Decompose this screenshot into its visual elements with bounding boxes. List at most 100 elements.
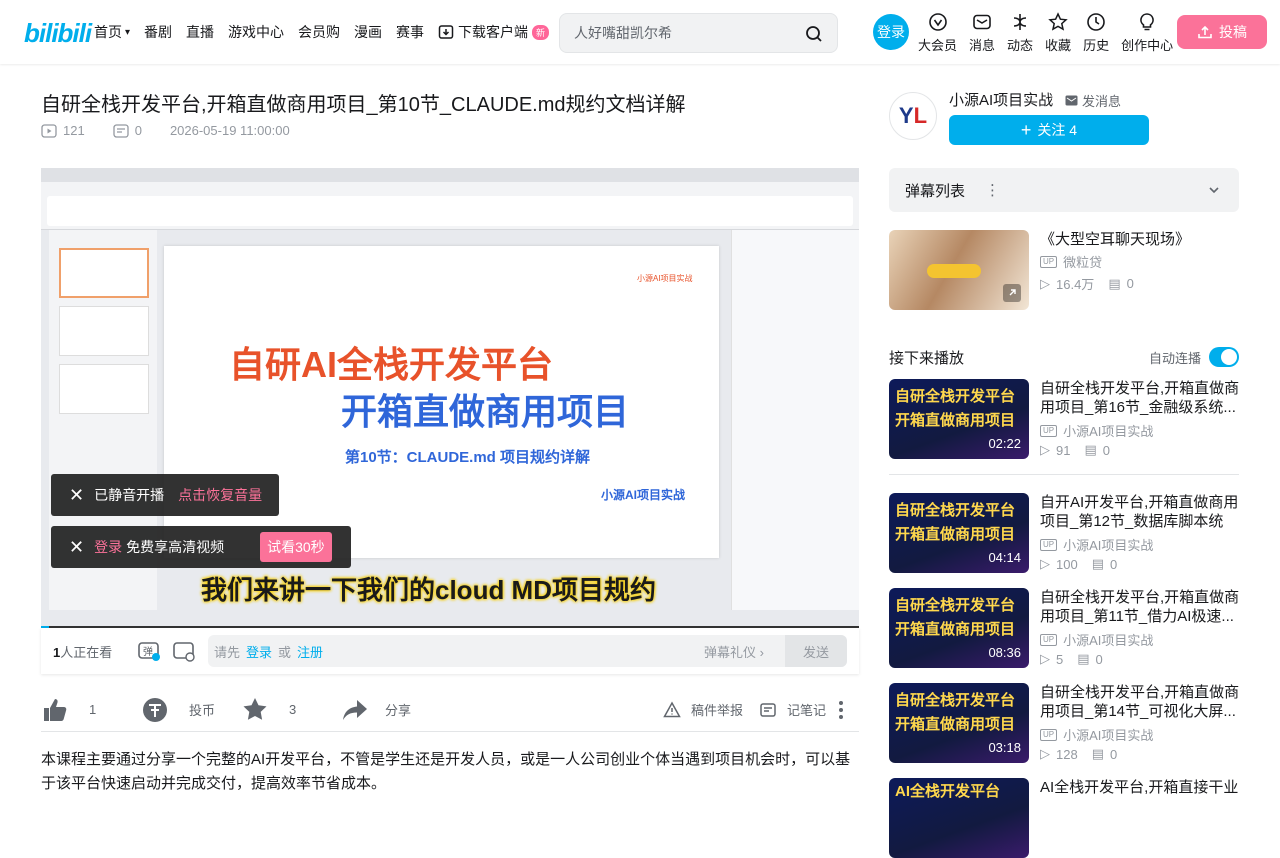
nav-history[interactable]: 历史 [1083, 12, 1109, 54]
nav-live[interactable]: 直播 [186, 22, 214, 42]
video-title: 自研全栈开发平台,开箱直做商用项目_第10节_CLAUDE.md规约文档详解 [41, 94, 686, 116]
nav-vip[interactable]: 大会员 [918, 12, 957, 54]
send-message-link[interactable]: 发消息 [1065, 91, 1121, 110]
danmaku-input[interactable]: 请先 登录 或 注册 弹幕礼仪 › 发送 [208, 635, 847, 667]
recommend-cover[interactable]: AI全栈开发平台 [889, 778, 1029, 858]
right-nav: 大会员 消息 动态 收藏 历史 创作中心 [918, 12, 1185, 54]
nav-game-center[interactable]: 游戏中心 [228, 22, 284, 42]
video-player[interactable]: 小源AI项目实战 自研AI全栈开发平台 开箱直做商用项目 第10节：CLAUDE… [41, 168, 859, 628]
close-icon[interactable]: ✕ [69, 485, 84, 506]
video-subtitle: 我们来讲一下我们的cloud MD项目规约 [201, 575, 656, 605]
share-button[interactable]: 分享 [341, 696, 411, 724]
nav-creator-center[interactable]: 创作中心 [1121, 12, 1173, 54]
close-icon[interactable]: ✕ [69, 537, 84, 558]
muted-toast-text: 已静音开播 [94, 487, 165, 503]
danmaku-icon: ▤ [1091, 556, 1104, 571]
ad-cover[interactable] [889, 230, 1029, 310]
danmaku-icon: ▤ [1077, 651, 1090, 666]
watching-count: 1人正在看 [53, 642, 133, 661]
ad-uploader[interactable]: UP 微粒贷 [1040, 252, 1102, 271]
nav-manga[interactable]: 漫画 [354, 22, 382, 42]
nav-anime[interactable]: 番剧 [144, 22, 172, 42]
play-count-icon: ▷ [1040, 651, 1050, 666]
recommend-uploader[interactable]: UP 小源AI项目实战 [1040, 421, 1153, 440]
recommend-cover[interactable]: 自研全栈开发平台 开箱直做商用项目 03:18 [889, 683, 1029, 763]
login-avatar-button[interactable]: 登录 [873, 14, 909, 50]
recommend-stats: ▷ 91 ▤ 0 [1040, 442, 1110, 458]
cover-text-1: 自研全栈开发平台 [895, 388, 1016, 405]
recommend-uploader[interactable]: UP 小源AI项目实战 [1040, 535, 1153, 554]
recommend-card[interactable]: 自研全栈开发平台 开箱直做商用项目 08:36 自研全栈开发平台,开箱直做商用项目_… [889, 588, 1239, 668]
publish-date: 2026-05-19 11:00:00 [169, 123, 290, 138]
more-options-icon[interactable] [839, 700, 843, 719]
recommend-cover[interactable]: 自研全栈开发平台 开箱直做商用项目 02:22 [889, 379, 1029, 459]
play-count-icon: ▷ [1040, 746, 1050, 761]
view-count: 121 [41, 123, 99, 138]
upload-button[interactable]: 投稿 [1177, 15, 1267, 49]
coin-button[interactable]: 投币 [141, 696, 215, 724]
recommend-uploader[interactable]: UP 小源AI项目实战 [1040, 630, 1153, 649]
trial-30s-button[interactable]: 试看30秒 [260, 532, 332, 562]
danmaku-send-button[interactable]: 发送 [785, 635, 847, 667]
main-nav: 首页 ▾ 番剧 直播 游戏中心 会员购 漫画 赛事 下载客户端 新 [94, 22, 563, 42]
recommend-title[interactable]: AI全栈开发平台,开箱直接干业 [1040, 778, 1240, 816]
chevron-down-icon[interactable] [1207, 183, 1221, 197]
bilibili-logo[interactable]: bilibili [24, 18, 92, 49]
danmaku-icon: ▤ [1091, 746, 1104, 761]
nav-home-label: 首页 [94, 24, 122, 40]
share-label: 分享 [385, 703, 412, 718]
external-link-icon [1003, 284, 1021, 302]
search-icon[interactable] [805, 25, 823, 43]
recommend-title[interactable]: 自研全栈开发平台,开箱直做商用项目_第14节_可视化大屏... [1040, 683, 1240, 721]
recommend-card[interactable]: 自研全栈开发平台 开箱直做商用项目 03:18 自研全栈开发平台,开箱直做商用项目_… [889, 683, 1239, 763]
dynamic-icon [1013, 14, 1027, 30]
recommend-title[interactable]: 自研全栈开发平台,开箱直做商用项目_第16节_金融级系统... [1040, 379, 1240, 417]
more-vertical-icon[interactable]: ⋮ [985, 181, 1000, 199]
note-button[interactable]: 记笔记 [759, 700, 826, 719]
recommend-title[interactable]: 自开AI开发平台,开箱直做商用项目_第12节_数据库脚本统一... [1040, 493, 1240, 531]
toast-login-link[interactable]: 登录 [94, 537, 122, 557]
recommend-card[interactable]: 自研全栈开发平台 开箱直做商用项目 04:14 自开AI开发平台,开箱直做商用项目_… [889, 493, 1239, 573]
uploader-name[interactable]: 小源AI项目实战 [949, 89, 1053, 110]
recommend-cover[interactable]: 自研全栈开发平台 开箱直做商用项目 08:36 [889, 588, 1029, 668]
danmaku-list-panel[interactable]: 弹幕列表 ⋮ [889, 168, 1239, 212]
danmaku-toggle-icon[interactable]: 弹 [137, 639, 161, 663]
nav-mall[interactable]: 会员购 [298, 22, 340, 42]
danmaku-register-link[interactable]: 注册 [297, 642, 323, 661]
video-duration: 08:36 [988, 645, 1021, 660]
recommend-card[interactable]: AI全栈开发平台 AI全栈开发平台,开箱直接干业 [889, 778, 1239, 858]
nav-home[interactable]: 首页 ▾ [94, 22, 130, 42]
favorite-button[interactable]: 3 [241, 696, 296, 724]
nav-download[interactable]: 下载客户端 新 [438, 22, 550, 42]
send-message-label: 发消息 [1082, 94, 1122, 109]
star-icon [1048, 12, 1068, 31]
nav-esports[interactable]: 赛事 [396, 22, 424, 42]
nav-favorites[interactable]: 收藏 [1045, 12, 1071, 54]
danmaku-settings-icon[interactable] [172, 639, 196, 663]
restore-volume-link[interactable]: 点击恢复音量 [178, 485, 262, 505]
recommend-card[interactable]: 自研全栈开发平台 开箱直做商用项目 02:22 自研全栈开发平台,开箱直做商用项目_… [889, 379, 1239, 459]
report-button[interactable]: 稿件举报 [663, 700, 743, 719]
danmaku-etiquette-link[interactable]: 弹幕礼仪 › [704, 642, 764, 661]
recommend-cover[interactable]: 自研全栈开发平台 开箱直做商用项目 04:14 [889, 493, 1029, 573]
ad-danmaku: 0 [1126, 276, 1134, 291]
follow-button[interactable]: + 关注 4 [949, 115, 1149, 145]
new-badge: 新 [532, 24, 550, 40]
nav-dynamic[interactable]: 动态 [1007, 12, 1033, 54]
recommend-title[interactable]: 自研全栈开发平台,开箱直做商用项目_第11节_借力AI极速... [1040, 588, 1240, 626]
ad-card[interactable]: 《大型空耳聊天现场》 UP 微粒贷 ▷ 16.4万 ▤ 0 [889, 230, 1239, 310]
autoplay-toggle[interactable]: 自动连播 [1149, 347, 1239, 367]
mail-icon [1065, 95, 1078, 106]
slide-line-2: 开箱直做商用项目 [341, 391, 630, 432]
frame-right-panel [731, 230, 859, 610]
search-input[interactable] [560, 14, 790, 52]
nav-message[interactable]: 消息 [969, 12, 995, 54]
recommend-uploader[interactable]: UP 小源AI项目实战 [1040, 725, 1153, 744]
uploader-avatar[interactable]: YL [889, 92, 937, 140]
danmaku-login-link[interactable]: 登录 [246, 642, 272, 661]
danmaku-prefix: 请先 [214, 644, 241, 660]
autoplay-switch[interactable] [1209, 347, 1239, 367]
video-actions: 1 投币 3 分享 稿件举报 记笔记 [41, 688, 859, 732]
nav-history-label: 历史 [1083, 38, 1110, 53]
like-button[interactable]: 1 [41, 696, 96, 724]
